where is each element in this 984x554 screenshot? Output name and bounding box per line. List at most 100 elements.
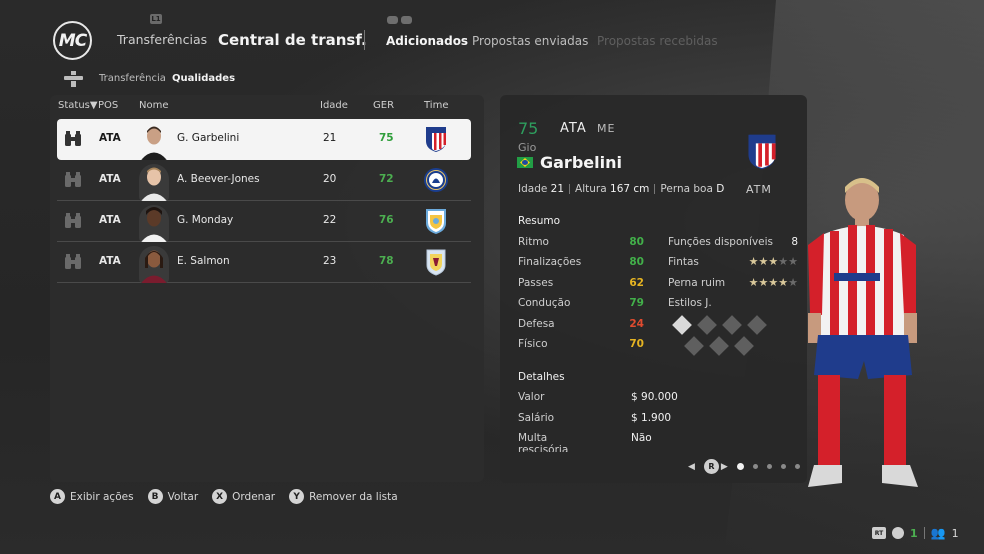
action-sort[interactable]: X Ordenar xyxy=(212,489,275,504)
users-icon: 👥 xyxy=(930,526,946,540)
action-remove-from-list[interactable]: Y Remover da lista xyxy=(289,489,398,504)
r-button-hint: R xyxy=(703,459,719,474)
weak-foot-stars-icon: ★★★★★ xyxy=(748,276,798,289)
nav-divider xyxy=(364,30,365,50)
scout-binoculars-icon xyxy=(65,131,81,146)
summary-title: Resumo xyxy=(518,215,561,227)
player-overall: 75 xyxy=(379,132,394,144)
action-show-actions[interactable]: A Exibir ações xyxy=(50,489,134,504)
shortlist-table: Status▼ POS Nome Idade GER Time ATA G. G… xyxy=(50,95,484,482)
col-name[interactable]: Nome xyxy=(139,100,169,111)
player-age: 21 xyxy=(323,132,337,144)
career-mode-logo: MC xyxy=(53,21,92,60)
scout-binoculars-icon xyxy=(65,172,81,187)
player-detail-card: 75 ATA ME Gio Garbelini Idade 21 Altura 1… xyxy=(500,95,807,483)
skill-moves-stars-icon: ★★★★★ xyxy=(748,255,798,268)
col-pos[interactable]: POS xyxy=(98,100,118,111)
playstyles-grid xyxy=(672,315,772,359)
functions-available: Funções disponíveis 8 xyxy=(668,236,798,248)
skill-moves: Fintas ★★★★★ xyxy=(668,255,798,268)
player-avatar xyxy=(139,205,169,242)
player-overall: 72 xyxy=(379,173,394,185)
bottom-right-status: RT 1 👥 1 xyxy=(872,526,959,540)
playstyle-icon[interactable] xyxy=(734,336,754,356)
fin-release-clause: Multa rescisória Não xyxy=(518,432,652,452)
tab-sent-offers[interactable]: Propostas enviadas xyxy=(472,34,588,48)
page-right-arrow-icon: ▶ xyxy=(720,461,728,472)
table-row[interactable]: ATA G. Garbelini 21 75 xyxy=(57,119,471,160)
action-back[interactable]: B Voltar xyxy=(147,489,198,504)
stat-physical: Físico 70 xyxy=(518,338,644,350)
green-count: 1 xyxy=(910,526,918,540)
stick-icon xyxy=(892,527,904,539)
col-team[interactable]: Time xyxy=(424,100,448,111)
tab-added[interactable]: Adicionados xyxy=(386,34,468,48)
club-abbreviation: ATM xyxy=(746,183,772,196)
fin-wage: Salário $ 1.900 xyxy=(518,412,672,424)
playstyle-icon[interactable] xyxy=(697,315,717,335)
player-name: G. Monday xyxy=(177,214,234,226)
player-age: 22 xyxy=(323,214,337,226)
playstyle-icon[interactable] xyxy=(747,315,767,335)
col-status[interactable]: Status▼ xyxy=(58,100,98,111)
aston-villa-crest-icon xyxy=(426,249,446,276)
b-button-icon: B xyxy=(147,489,163,504)
player-age: 23 xyxy=(323,255,337,267)
table-row[interactable]: ATA A. Beever-Jones 20 72 xyxy=(57,160,471,201)
manchester-city-crest-icon xyxy=(426,209,446,234)
page-dot[interactable] xyxy=(766,464,772,469)
player-main-position: ATA xyxy=(560,121,587,136)
atletico-madrid-crest-icon xyxy=(748,134,776,170)
stat-defending: Defesa 24 xyxy=(518,318,644,330)
page-dot[interactable] xyxy=(736,463,744,470)
stat-pace: Ritmo 80 xyxy=(518,236,644,248)
table-row[interactable]: ATA G. Monday 22 76 xyxy=(57,201,471,242)
weak-foot: Perna ruim ★★★★★ xyxy=(668,276,798,289)
player-name: A. Beever-Jones xyxy=(177,173,260,185)
playstyle-icon[interactable] xyxy=(672,315,692,335)
player-alt-position: ME xyxy=(597,122,616,135)
brazil-flag-icon xyxy=(517,157,533,168)
a-button-icon: A xyxy=(50,489,65,504)
chelsea-crest-icon xyxy=(424,168,448,192)
playstyle-icon[interactable] xyxy=(684,336,704,356)
playstyle-icon[interactable] xyxy=(722,315,742,335)
col-ger[interactable]: GER xyxy=(373,100,394,111)
player-overall-rating: 75 xyxy=(518,119,539,138)
y-button-icon: Y xyxy=(289,489,305,504)
l1-button-hint: L1 xyxy=(150,14,162,24)
page-dot[interactable] xyxy=(752,464,758,469)
table-row[interactable]: ATA E. Salmon 23 78 xyxy=(57,242,471,283)
fin-value: Valor $ 90.000 xyxy=(518,391,678,403)
lb-rb-hint-icon xyxy=(387,16,412,24)
subtab-qualities[interactable]: Qualidades xyxy=(172,73,235,84)
x-button-icon: X xyxy=(212,489,228,504)
player-age: 20 xyxy=(323,173,337,185)
scout-binoculars-icon xyxy=(65,213,81,228)
page-indicator[interactable]: ◀ R ▶ xyxy=(688,459,800,474)
rt-button-icon: RT xyxy=(872,527,886,539)
player-bio: Idade 21 Altura 167 cm Perna boa D xyxy=(518,183,725,195)
player-position: ATA xyxy=(99,132,121,144)
button-hints-bar: A Exibir ações B Voltar X Ordenar Y Remover … xyxy=(50,489,398,504)
player-first-name: Gio xyxy=(518,141,537,154)
toggle-view-icon[interactable] xyxy=(64,71,83,87)
col-age[interactable]: Idade xyxy=(320,100,348,111)
financial-title: Detalhes financeiros xyxy=(518,371,576,384)
nav-transfers[interactable]: Transferências xyxy=(117,32,207,47)
player-overall: 76 xyxy=(379,214,394,226)
player-overall: 78 xyxy=(379,255,394,267)
atletico-madrid-crest-icon xyxy=(426,127,446,152)
table-header: Status▼ POS Nome Idade GER Time xyxy=(50,95,484,117)
player-last-name: Garbelini xyxy=(540,153,622,172)
tab-received-offers[interactable]: Propostas recebidas xyxy=(597,34,718,48)
scout-binoculars-icon xyxy=(65,254,81,269)
subtab-transfer[interactable]: Transferência xyxy=(99,73,166,84)
playstyle-icon[interactable] xyxy=(709,336,729,356)
nav-transfer-hub[interactable]: Central de transf. xyxy=(218,31,367,49)
player-name: E. Salmon xyxy=(177,255,230,267)
page-dot[interactable] xyxy=(780,464,786,469)
users-count: 1 xyxy=(951,526,959,540)
page-left-arrow-icon: ◀ xyxy=(688,461,695,472)
player-position: ATA xyxy=(99,255,121,267)
